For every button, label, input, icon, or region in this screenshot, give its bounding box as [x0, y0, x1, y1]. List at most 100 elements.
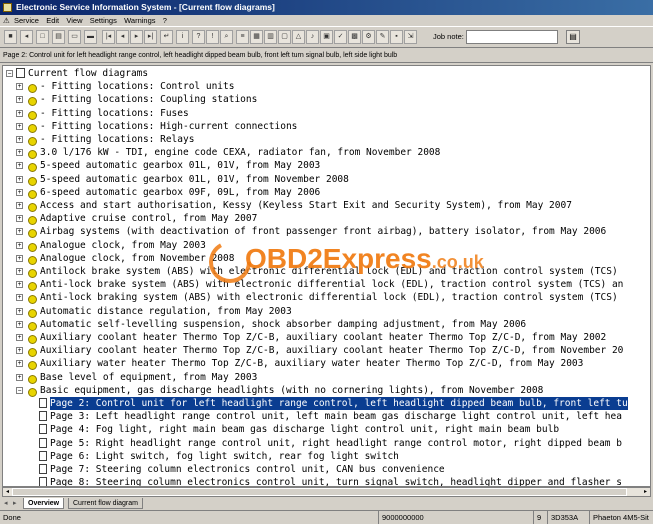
expand-icon[interactable]: + [16, 268, 23, 275]
toolbar: ■ ◂ □ ▤ ▭ ▬ |◂ ◂ ▸ ▸| ↵ i ? ! ⌕ ≡ ▦ ▥ ▢ … [0, 26, 653, 48]
menu-settings[interactable]: Settings [90, 15, 117, 26]
tree-item-label: Auxiliary water heater Thermo Top Z/C-B,… [40, 358, 584, 370]
expand-icon[interactable]: + [16, 175, 23, 183]
folder-icon [28, 386, 37, 397]
expand-icon[interactable]: + [16, 360, 23, 368]
flow-diagram-tree[interactable]: − Current flow diagrams + - Fitting locat… [2, 65, 651, 487]
expand-icon[interactable]: + [16, 241, 23, 249]
folder-icon [28, 320, 37, 331]
export-icon[interactable]: ⇲ [404, 30, 417, 44]
tree-item-label: - Fitting locations: High-current connec… [40, 120, 298, 132]
folder-icon [28, 188, 37, 199]
info-icon[interactable]: i [176, 30, 189, 44]
tab-prev-icon[interactable]: ◂ [4, 499, 8, 507]
bookmark-icon[interactable]: ! [206, 30, 219, 44]
expand-icon[interactable]: + [16, 334, 23, 341]
expand-icon[interactable]: + [16, 294, 23, 302]
help-icon[interactable]: ? [192, 30, 205, 44]
collapse-icon[interactable]: − [16, 386, 23, 394]
folder-icon [28, 214, 37, 226]
stop-icon[interactable]: ■ [4, 30, 17, 44]
expand-icon[interactable]: + [16, 202, 23, 209]
prev-page-icon[interactable]: ◂ [116, 30, 129, 44]
scroll-right-icon[interactable]: ▸ [641, 488, 650, 496]
expand-icon[interactable]: + [16, 347, 23, 355]
image-icon[interactable]: ▩ [348, 30, 361, 44]
expand-icon[interactable]: + [16, 83, 23, 91]
warning-tool-icon[interactable]: △ [292, 30, 305, 44]
expand-icon[interactable]: + [16, 96, 23, 104]
vehicle-icon[interactable]: ▭ [68, 30, 81, 44]
tree-page-label: Page 3: Left headlight range control uni… [50, 411, 622, 423]
tree-item-label: - Fitting locations: Relays [40, 134, 195, 145]
check-icon[interactable]: ✓ [334, 30, 347, 44]
save-icon[interactable]: ▪ [390, 30, 403, 44]
app-icon [3, 3, 12, 12]
first-page-icon[interactable]: |◂ [102, 30, 115, 44]
expand-icon[interactable]: + [16, 109, 23, 117]
expand-icon[interactable]: + [16, 149, 23, 157]
tab-next-icon[interactable]: ▸ [13, 499, 17, 507]
horizontal-scrollbar[interactable]: ◂ ▸ [2, 487, 651, 497]
tree-item-label: Antilock brake system (ABS) with electro… [40, 266, 618, 277]
expand-icon[interactable]: + [16, 215, 23, 223]
window-titlebar: Electronic Service Information System - … [0, 0, 653, 15]
expand-icon[interactable]: + [16, 162, 23, 170]
grid-icon[interactable]: ▦ [250, 30, 263, 44]
expand-icon[interactable]: + [16, 307, 23, 315]
expand-icon[interactable]: + [16, 254, 23, 262]
edit-icon[interactable]: ✎ [376, 30, 389, 44]
expand-icon[interactable]: + [16, 281, 23, 289]
tree-item-label: Automatic distance regulation, from May … [40, 305, 292, 317]
tree-item-label: Airbag systems (with deactivation of fro… [40, 226, 607, 238]
tab-current-flow-diagram[interactable]: Current flow diagram [68, 498, 143, 509]
status-bar: Done 9000000000 9 3D353A Phaeton 4M5-Sit [0, 510, 653, 524]
expand-icon[interactable]: + [16, 373, 23, 381]
list-icon[interactable]: ≡ [236, 30, 249, 44]
folder-icon [28, 82, 37, 94]
package-icon[interactable]: ▣ [320, 30, 333, 44]
tree-item-label: Automatic self-levelling suspension, sho… [40, 318, 527, 330]
scroll-left-icon[interactable]: ◂ [3, 488, 12, 496]
collapse-icon[interactable]: − [6, 70, 13, 77]
next-page-icon[interactable]: ▸ [130, 30, 143, 44]
expand-icon[interactable]: + [16, 320, 23, 328]
last-page-icon[interactable]: ▸| [144, 30, 157, 44]
print-icon[interactable]: ▤ [52, 30, 65, 44]
new-document-icon[interactable]: □ [36, 30, 49, 44]
expand-icon[interactable]: + [16, 228, 23, 236]
expand-icon[interactable]: + [16, 188, 23, 196]
car-icon[interactable]: ▬ [84, 30, 97, 44]
folder-icon [28, 161, 37, 173]
menu-view[interactable]: View [66, 15, 82, 26]
search-icon[interactable]: ⌕ [220, 30, 233, 44]
expand-icon[interactable]: + [16, 122, 23, 130]
menu-warnings[interactable]: Warnings [124, 15, 155, 26]
return-icon[interactable]: ↵ [160, 30, 173, 44]
sound-icon[interactable]: ♪ [306, 30, 319, 44]
folder-open-icon [16, 68, 25, 78]
tab-overview[interactable]: Overview [23, 498, 65, 509]
settings-icon[interactable]: ⚙ [362, 30, 375, 44]
folder-icon [28, 333, 37, 344]
folder-icon [28, 280, 37, 292]
diagram-icon[interactable]: ▥ [264, 30, 277, 44]
menu-service[interactable]: Service [14, 15, 39, 26]
tree-item-label: Auxiliary coolant heater Thermo Top Z/C-… [40, 345, 624, 357]
job-note-input[interactable] [466, 30, 558, 44]
job-note-label: Job note: [433, 32, 464, 41]
folder-icon [28, 95, 37, 107]
job-note-button[interactable]: ▤ [566, 30, 580, 44]
folder-icon [28, 201, 37, 212]
tree-item-label: 3.0 l/176 kW - TDI, engine code CEXA, ra… [40, 147, 441, 159]
tree-item-label: 5-speed automatic gearbox 01L, 01V, from… [40, 160, 321, 172]
folder-icon [28, 346, 37, 358]
back-icon[interactable]: ◂ [20, 30, 33, 44]
tree-page-label-selected: Page 2: Control unit for left headlight … [50, 397, 628, 410]
menu-help[interactable]: ? [163, 15, 167, 26]
menu-edit[interactable]: Edit [46, 15, 59, 26]
document-icon[interactable]: ▢ [278, 30, 291, 44]
scrollbar-thumb[interactable] [12, 488, 627, 496]
page-icon [39, 437, 47, 448]
expand-icon[interactable]: + [16, 136, 23, 143]
